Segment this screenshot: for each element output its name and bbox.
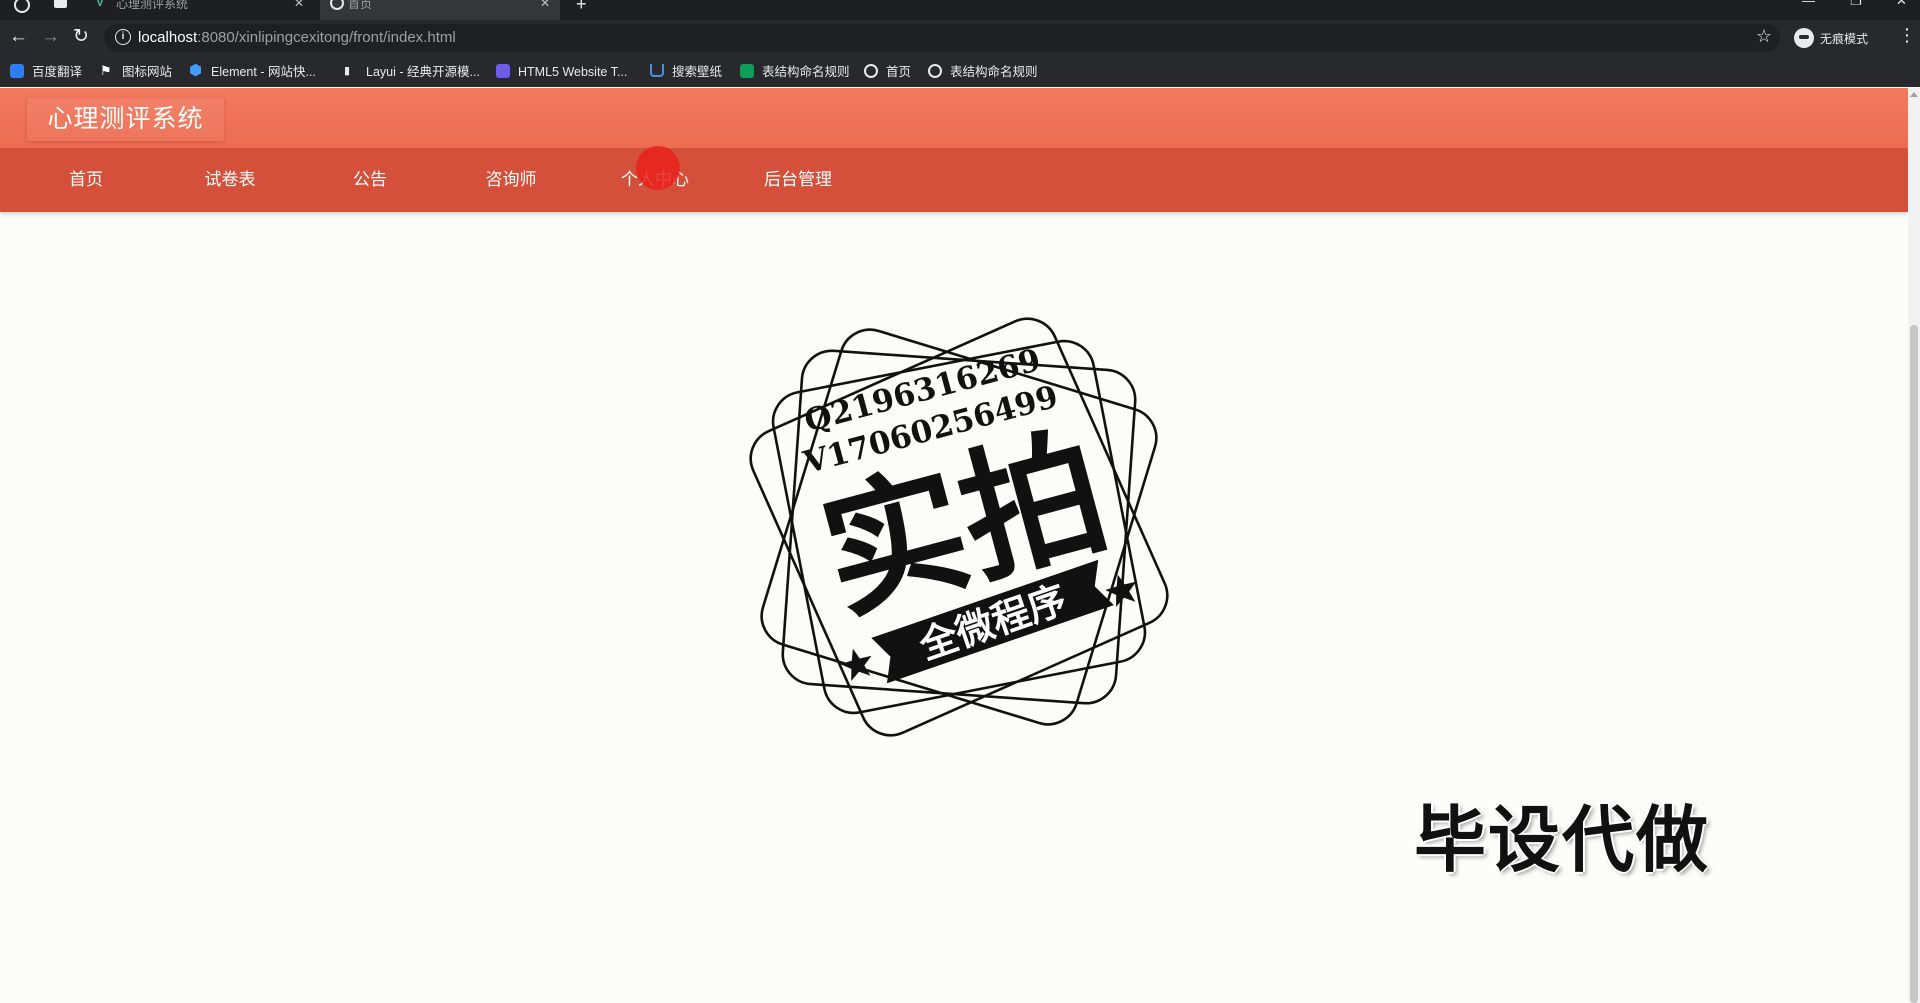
tab-psych-system[interactable]: V 心理测评系统 ✕ [88,0,314,20]
site-info-icon[interactable]: i [115,29,131,45]
forward-arrow-icon[interactable]: → [41,25,60,49]
reload-icon[interactable]: ↻ [73,25,89,49]
new-tab-plus-icon[interactable]: + [576,0,587,15]
bookmark-label: 表结构命名规则 [762,65,850,79]
corner-watermark-text: 毕设代做 [1414,801,1711,881]
tab-search-icon[interactable] [54,0,67,8]
close-icon[interactable]: ✕ [294,0,304,10]
nav-counselors[interactable]: 咨询师 [451,148,571,212]
vue-icon: V [96,0,105,9]
site-header: 心理测评系统 [0,88,1908,148]
unsplash-icon [650,64,664,77]
address-bar[interactable]: i localhost:8080/xinlipingcexitong/front… [104,24,1780,52]
profile-label: 无痕模式 [1820,32,1869,46]
globe-icon [928,64,942,78]
nav-papers[interactable]: 试卷表 [170,148,290,212]
browser-toolbar: ← → ↻ i localhost:8080/xinlipingcexitong… [0,20,1920,56]
star-icon [840,648,872,681]
site-title: 心理测评系统 [47,105,204,133]
bookmark-label: 搜索壁纸 [672,65,723,79]
scroll-up-arrow-icon[interactable] [1910,92,1918,97]
main-nav: 首页 试卷表 公告 咨询师 个人中心 后台管理 [0,148,1908,212]
bookmark-star-icon[interactable]: ☆ [1756,26,1772,47]
bookmark-label: 百度翻译 [32,65,83,79]
tab-home[interactable]: 首页 ✕ [320,0,560,20]
page-scrollbar[interactable] [1908,88,1920,1003]
globe-icon [330,0,344,10]
bookmark-label: HTML5 Website T... [518,65,628,79]
incognito-icon [1794,28,1814,48]
window-close-icon[interactable]: ✕ [1896,0,1907,9]
nav-notices[interactable]: 公告 [310,148,430,212]
click-indicator [636,146,680,190]
scrollbar-thumb[interactable] [1910,325,1918,1003]
url-path: :8080/xinlipingcexitong/front/index.html [197,29,456,46]
layui-icon: ▮ [344,65,351,77]
bookmark-label: 图标网站 [122,65,173,79]
tab-title: 心理测评系统 [116,0,189,11]
bookmark-label: 首页 [886,65,912,79]
globe-icon [864,64,878,78]
nav-admin[interactable]: 后台管理 [738,148,858,212]
nav-home[interactable]: 首页 [26,148,146,212]
browser-globe-icon[interactable] [14,0,30,13]
more-menu-icon[interactable]: ⋮ [1898,25,1916,46]
back-arrow-icon[interactable]: ← [9,25,28,49]
element-icon: ⬢ [189,62,203,79]
sheet-icon [740,64,754,78]
bookmark-label: Layui - 经典开源模... [366,65,480,79]
bookmarks-bar: 百度翻译 ⚑ 图标网站 ⬢ Element - 网站快... ▮ Layui -… [0,56,1920,87]
minimize-icon[interactable]: — [1802,0,1815,8]
translate-icon [10,64,24,78]
url-host: localhost [138,29,198,46]
watermark-stamp: Q2196316269 V17060256499 实拍 全微程序 [749,317,1169,737]
url-text[interactable]: localhost:8080/xinlipingcexitong/front/i… [138,29,456,47]
bookmark-label: 表结构命名规则 [950,65,1038,79]
close-icon[interactable]: ✕ [540,0,550,10]
site-logo[interactable]: 心理测评系统 [27,98,224,141]
bookmark-label: Element - 网站快... [211,65,316,79]
browser-tab-strip: V 心理测评系统 ✕ 首页 ✕ + — ❐ ✕ [0,0,1920,20]
tab-title: 首页 [348,0,373,11]
maximize-icon[interactable]: ❐ [1850,0,1862,9]
flag-icon: ⚑ [100,63,112,78]
html5-icon [496,64,510,78]
